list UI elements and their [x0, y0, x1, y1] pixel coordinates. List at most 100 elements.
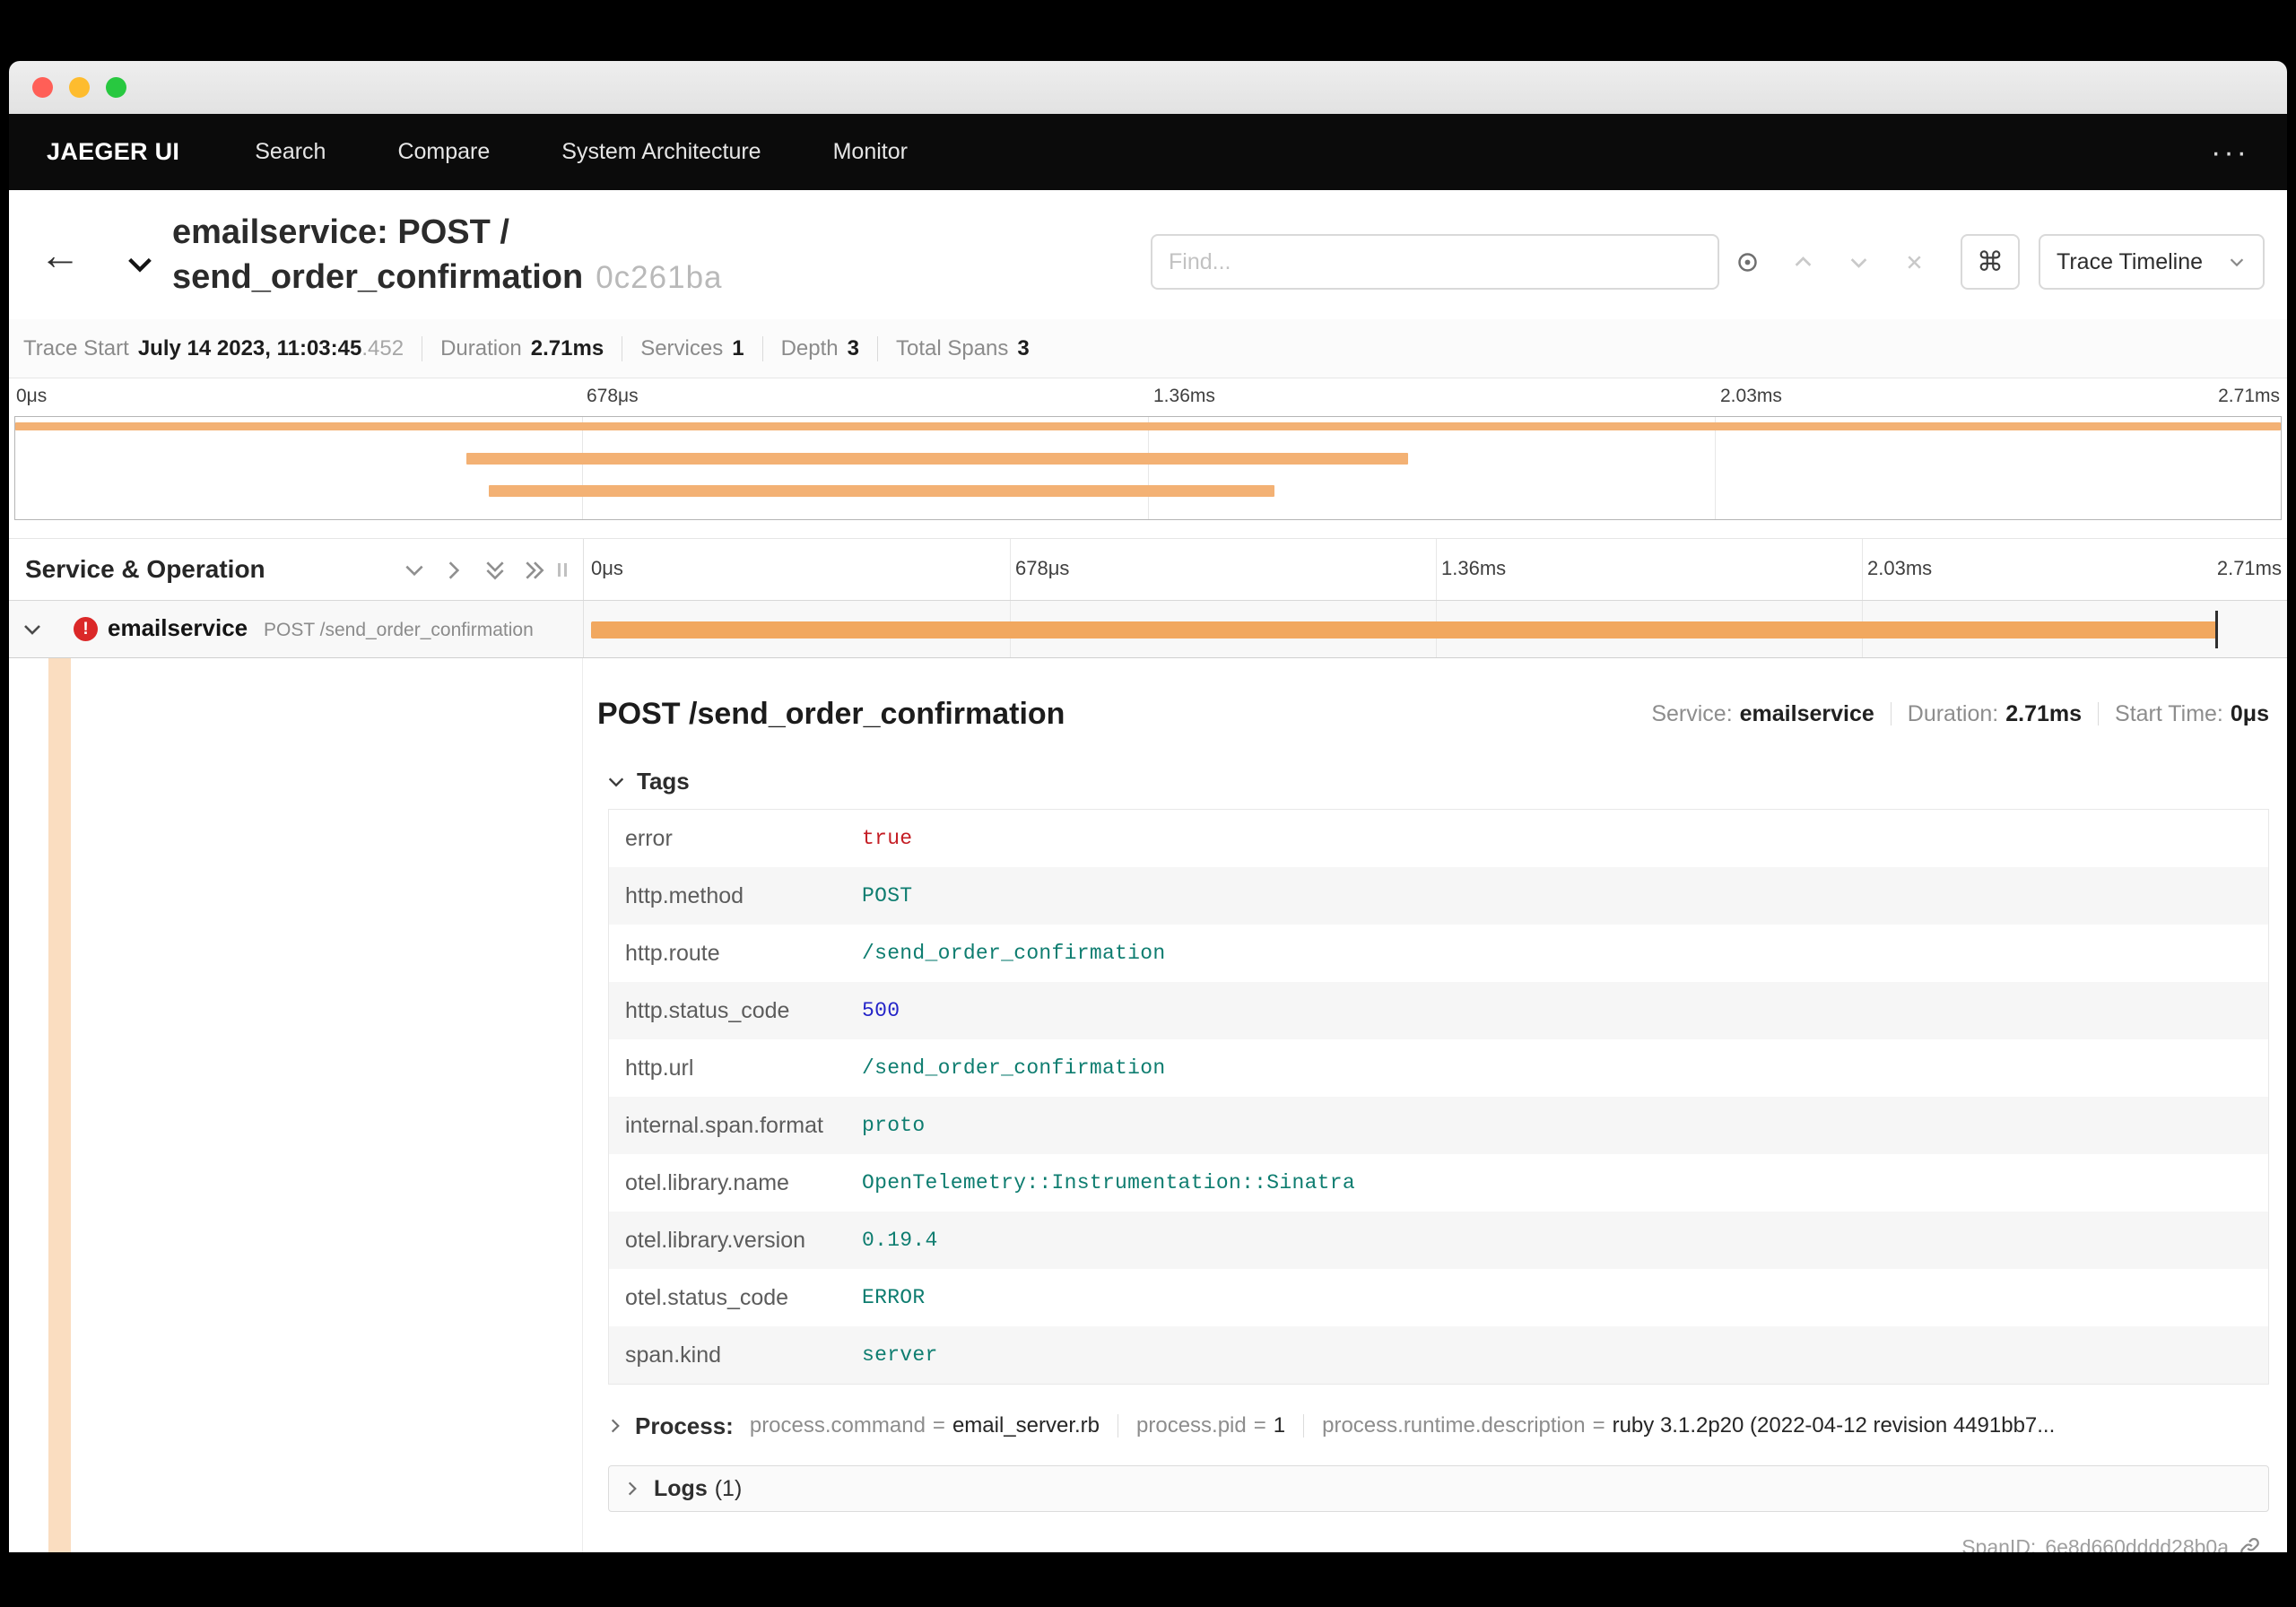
collapse-one-chevron-down-icon[interactable]	[403, 559, 426, 582]
expand-all-double-chevron-right-icon[interactable]	[523, 559, 546, 582]
bottom-letterbox	[0, 1552, 2296, 1607]
match-highlight-icon[interactable]	[1726, 234, 1769, 290]
service-meta-value: emailservice	[1739, 700, 1874, 726]
top-navbar: JAEGER UI Search Compare System Architec…	[9, 114, 2287, 190]
services-label: Services	[640, 335, 724, 360]
depth-value: 3	[847, 335, 859, 360]
trace-title-line2: send_order_confirmation	[172, 258, 584, 296]
services-value: 1	[732, 335, 744, 360]
nav-item-search[interactable]: Search	[255, 139, 326, 165]
back-arrow-icon[interactable]: ←	[32, 226, 88, 283]
span-bar[interactable]	[590, 621, 2218, 638]
minimap-tick-1: 678μs	[587, 386, 639, 406]
trace-minimap: 0μs 678μs 1.36ms 2.03ms 2.71ms	[9, 378, 2287, 538]
zoom-window-button[interactable]	[106, 77, 126, 98]
span-tree-left-column	[9, 658, 583, 1552]
span-id-label: SpanID:	[1961, 1535, 2037, 1552]
screen: JAEGER UI Search Compare System Architec…	[0, 0, 2296, 1607]
timeline-tick-1: 678μs	[1015, 557, 1070, 579]
minimize-window-button[interactable]	[69, 77, 90, 98]
minimap-span	[15, 422, 2281, 430]
tag-key: http.method	[625, 882, 744, 908]
span-row[interactable]: ! emailservice POST /send_order_confirma…	[9, 601, 2287, 658]
start-time-meta-label: Start Time:	[2115, 700, 2223, 726]
trace-view-dropdown[interactable]: Trace Timeline	[2039, 234, 2265, 290]
tag-value: /send_order_confirmation	[862, 1056, 1166, 1080]
minimap-tick-4: 2.71ms	[2218, 386, 2280, 406]
tag-key: otel.library.version	[625, 1227, 806, 1253]
trace-page-header: ← emailservice: POST / send_order_confir…	[9, 190, 2287, 319]
window-titlebar	[9, 61, 2287, 114]
tag-row: internal.span.format proto	[609, 1097, 2268, 1154]
gridline	[1148, 417, 1149, 519]
trace-title-line1: emailservice: POST /	[172, 213, 509, 251]
find-input[interactable]	[1151, 234, 1719, 290]
minimap-tick-0: 0μs	[16, 386, 48, 406]
duration-label: Duration	[440, 335, 522, 360]
tag-key: http.status_code	[625, 997, 790, 1023]
close-window-button[interactable]	[32, 77, 53, 98]
nav-item-compare[interactable]: Compare	[397, 139, 490, 165]
gridline	[581, 417, 583, 519]
gridline	[1714, 417, 1716, 519]
brand-jaeger-ui[interactable]: JAEGER UI	[47, 138, 179, 166]
tag-key: http.route	[625, 940, 720, 966]
tag-row: http.route /send_order_confirmation	[609, 925, 2268, 982]
tag-key: span.kind	[625, 1342, 722, 1368]
minimap-tick-2: 1.36ms	[1153, 386, 1215, 406]
service-operation-label: Service & Operation	[25, 555, 265, 583]
duration-meta-value: 2.71ms	[2005, 700, 2083, 726]
process-accordion-toggle[interactable]: Process: process.command = email_server.…	[606, 1408, 2055, 1444]
span-id-footer: SpanID: 6e8d660dddd28b0a	[1961, 1535, 2262, 1552]
span-collapse-chevron-down-icon[interactable]	[22, 619, 43, 640]
process-value: email_server.rb	[952, 1413, 1100, 1438]
span-detail-header: POST /send_order_confirmation Service: e…	[597, 689, 2269, 739]
find-clear-close-icon[interactable]	[1892, 234, 1935, 290]
tag-row: error true	[609, 810, 2268, 867]
tag-value: 0.19.4	[862, 1229, 938, 1252]
copy-link-icon[interactable]	[2238, 1535, 2262, 1552]
service-meta-label: Service:	[1651, 700, 1733, 726]
minimap-span	[465, 453, 1409, 465]
nav-item-monitor[interactable]: Monitor	[833, 139, 908, 165]
gridline	[1010, 539, 1011, 600]
span-detail-panel: POST /send_order_confirmation Service: e…	[583, 658, 2287, 1552]
find-next-chevron-down-icon[interactable]	[1837, 234, 1880, 290]
minimap-tick-3: 2.03ms	[1720, 386, 1782, 406]
process-section-label: Process:	[635, 1412, 734, 1439]
keyboard-shortcuts-button[interactable]: ⌘	[1961, 234, 2020, 290]
trace-start-label: Trace Start	[23, 335, 129, 360]
gridline	[1862, 539, 1863, 600]
divider	[2098, 702, 2100, 725]
process-key: process.runtime.description	[1322, 1413, 1586, 1438]
minimap-scrubber-canvas[interactable]	[14, 416, 2282, 520]
timeline-tick-0: 0μs	[591, 557, 623, 579]
span-id-value: 6e8d660dddd28b0a	[2045, 1535, 2229, 1552]
equals-sign: =	[932, 1413, 945, 1438]
span-detail-meta: Service: emailservice Duration: 2.71ms S…	[1651, 701, 2269, 727]
error-exclamation-icon: !	[74, 617, 98, 641]
tags-accordion-toggle[interactable]: Tags	[606, 768, 690, 795]
tag-row: otel.status_code ERROR	[609, 1269, 2268, 1326]
trace-view-dropdown-label: Trace Timeline	[2057, 248, 2204, 274]
tag-value: server	[862, 1343, 938, 1367]
nav-item-system-architecture[interactable]: System Architecture	[561, 139, 761, 165]
logs-accordion-toggle[interactable]: Logs (1)	[608, 1465, 2269, 1512]
overflow-menu-icon[interactable]: ···	[2211, 137, 2249, 168]
divider	[761, 335, 763, 361]
trace-start-millis: .452	[361, 335, 404, 360]
equals-sign: =	[1592, 1413, 1605, 1438]
expand-one-chevron-right-icon[interactable]	[442, 559, 465, 582]
equals-sign: =	[1253, 1413, 1266, 1438]
find-prev-chevron-up-icon[interactable]	[1781, 234, 1824, 290]
title-collapse-chevron-icon[interactable]	[124, 249, 156, 280]
tag-value: ERROR	[862, 1286, 926, 1309]
span-detail-title: POST /send_order_confirmation	[597, 696, 1065, 731]
process-value: 1	[1273, 1413, 1286, 1438]
window-body: ← emailservice: POST / send_order_confir…	[9, 190, 2287, 1552]
collapse-all-double-chevron-down-icon[interactable]	[483, 559, 507, 582]
minimap-span	[488, 485, 1275, 497]
column-resizer-grip[interactable]	[558, 563, 567, 577]
tag-row: http.url /send_order_confirmation	[609, 1039, 2268, 1097]
tag-key: http.url	[625, 1055, 694, 1081]
